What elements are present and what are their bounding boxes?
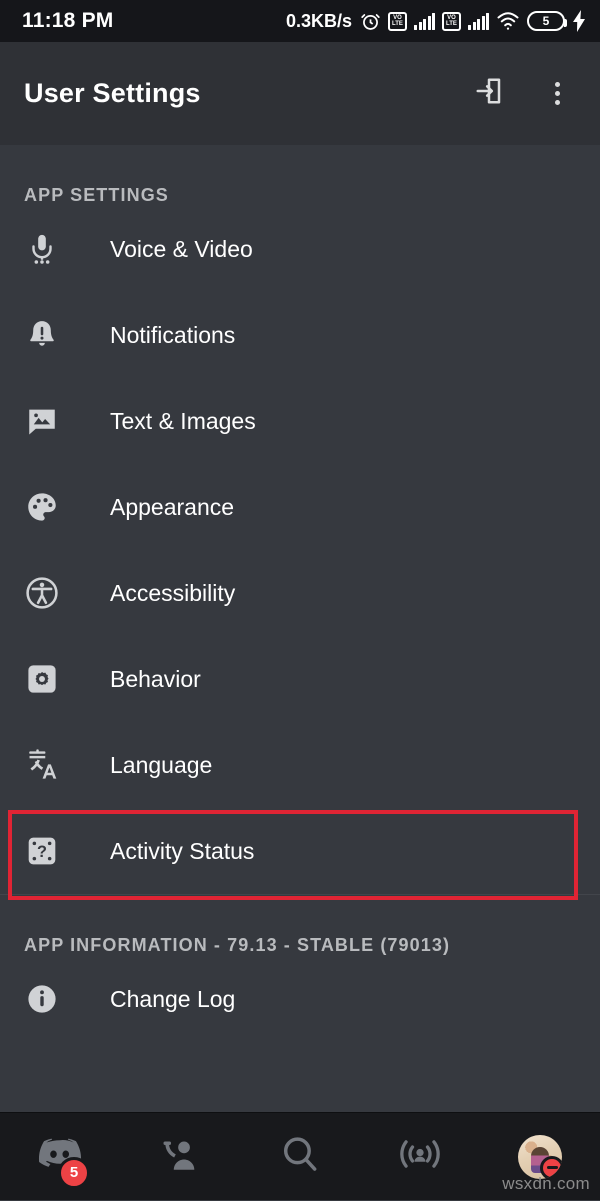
volte-icon-2: VO LTE	[442, 11, 461, 31]
image-message-icon	[22, 401, 62, 441]
settings-row-behavior[interactable]: Behavior	[0, 636, 600, 722]
settings-list: APP SETTINGS Voice & Video Notifications	[0, 145, 600, 1112]
settings-row-voice-video[interactable]: Voice & Video	[0, 206, 600, 292]
nav-item-friends[interactable]	[120, 1113, 240, 1201]
friends-icon	[158, 1132, 202, 1181]
status-bar-clock: 11:18 PM	[22, 9, 114, 32]
nav-item-home[interactable]: 5	[0, 1113, 120, 1201]
translate-icon	[22, 745, 62, 785]
microphone-icon	[22, 229, 62, 269]
settings-row-label: Language	[110, 751, 213, 778]
alarm-clock-icon	[360, 11, 381, 32]
section-header-app-information: APP INFORMATION - 79.13 - STABLE (79013)	[24, 935, 451, 955]
gear-square-icon	[22, 659, 62, 699]
page-title: User Settings	[24, 78, 201, 108]
svg-text:?: ?	[37, 843, 47, 861]
settings-row-change-log[interactable]: Change Log	[0, 956, 600, 1042]
settings-row-accessibility[interactable]: Accessibility	[0, 550, 600, 636]
network-speed-label: 0.3KB/s	[285, 10, 352, 31]
user-avatar-icon	[518, 1134, 562, 1179]
settings-row-label: Appearance	[110, 493, 235, 520]
volte-icon-1: VO LTE	[388, 11, 407, 31]
nav-item-mentions[interactable]	[360, 1113, 480, 1201]
app-bar-actions	[464, 69, 582, 119]
logout-icon	[474, 76, 504, 111]
signal-bars-icon-2	[468, 12, 489, 30]
battery-icon: 5	[527, 11, 567, 31]
app-bar: User Settings	[0, 42, 600, 145]
status-bar: 11:18 PM 0.3KB/s VO LTE VO LTE 5	[0, 0, 600, 42]
settings-row-label: Change Log	[110, 985, 236, 1012]
settings-row-label: Text & Images	[110, 407, 256, 434]
bell-alert-icon	[22, 315, 62, 355]
activity-status-icon: ?	[22, 831, 62, 871]
wifi-icon	[496, 11, 520, 31]
settings-row-label: Notifications	[110, 321, 236, 348]
settings-row-notifications[interactable]: Notifications	[0, 292, 600, 378]
charging-bolt-icon	[572, 10, 586, 32]
settings-row-appearance[interactable]: Appearance	[0, 464, 600, 550]
logout-button[interactable]	[464, 69, 514, 119]
nav-item-search[interactable]	[240, 1113, 360, 1201]
signal-bars-icon-1	[414, 12, 435, 30]
info-circle-icon	[22, 979, 62, 1019]
overflow-menu-icon	[554, 82, 560, 105]
accessibility-icon	[22, 573, 62, 613]
unread-badge-count: 5	[58, 1156, 90, 1189]
settings-row-label: Voice & Video	[110, 235, 253, 262]
watermark: wsxdn.com	[502, 1174, 590, 1193]
settings-row-language[interactable]: Language	[0, 722, 600, 808]
palette-icon	[22, 487, 62, 527]
section-header-app-settings: APP SETTINGS	[24, 185, 169, 205]
mentions-icon	[398, 1132, 442, 1181]
battery-level-label: 5	[542, 14, 550, 28]
overflow-menu-button[interactable]	[532, 69, 582, 119]
settings-row-activity-status[interactable]: ? Activity Status	[0, 808, 600, 894]
search-icon	[278, 1132, 322, 1181]
status-bar-icons: 0.3KB/s VO LTE VO LTE 5	[286, 10, 586, 32]
bottom-navigation-bar: 5 wsxdn.com	[0, 1112, 600, 1200]
settings-row-text-images[interactable]: Text & Images	[0, 378, 600, 464]
settings-row-label: Accessibility	[110, 579, 236, 606]
settings-row-label: Activity Status	[110, 837, 255, 864]
settings-row-label: Behavior	[110, 665, 201, 692]
